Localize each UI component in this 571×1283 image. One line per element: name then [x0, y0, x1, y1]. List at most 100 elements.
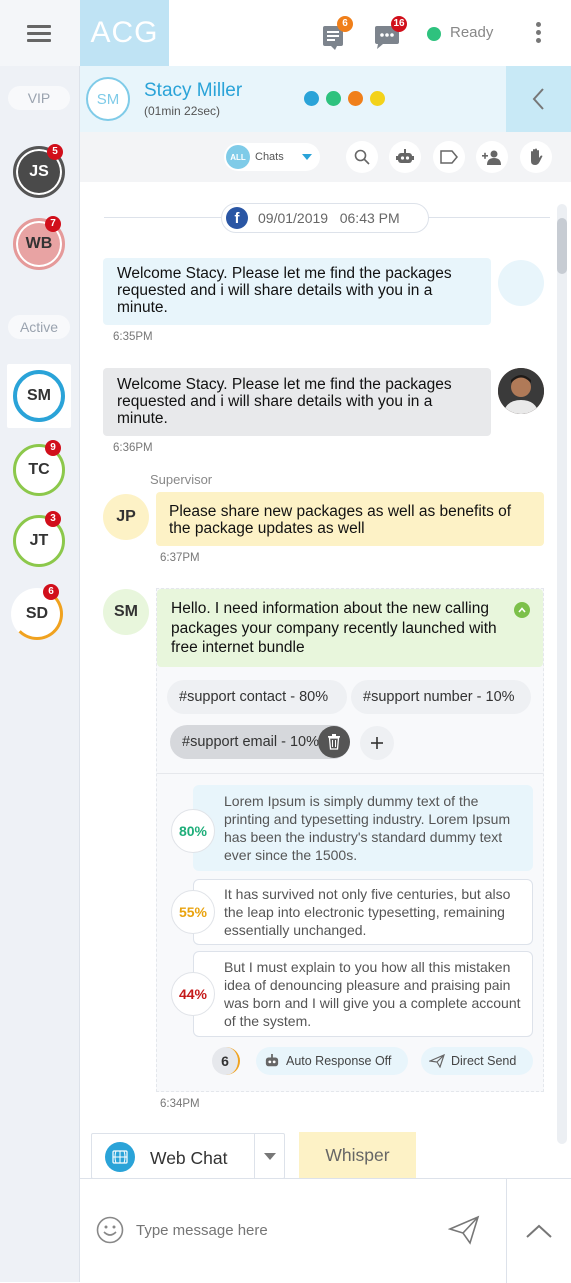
caret-down-icon: [264, 1153, 276, 1160]
suggestion-text: But I must explain to you how all this m…: [193, 951, 533, 1037]
rail-contact-sd[interactable]: SD 6: [11, 584, 63, 640]
filter-all-badge: ALL: [226, 145, 250, 169]
whisper-button[interactable]: Whisper: [299, 1132, 416, 1178]
chevron-left-icon: [532, 88, 544, 110]
add-tag-button[interactable]: [360, 726, 394, 760]
chevron-up-icon: [518, 607, 526, 613]
intent-tag[interactable]: #support contact - 80%: [167, 680, 347, 714]
unread-badge: 7: [45, 216, 61, 232]
avatar-initials: SM: [27, 387, 51, 404]
agent-avatar-placeholder: [498, 260, 544, 306]
agent-message: Welcome Stacy. Please let me find the pa…: [103, 258, 491, 325]
vip-section-label: VIP: [8, 86, 70, 110]
hand-raise-button[interactable]: [520, 141, 552, 173]
message-time: 6:34PM: [160, 1098, 200, 1110]
hamburger-menu-icon[interactable]: [27, 25, 51, 43]
date-text: 09/01/2019 06:43 PM: [258, 210, 400, 226]
status-dot-blue: [304, 91, 319, 106]
chat-scroll-area[interactable]: f 09/01/2019 06:43 PM Welcome Stacy. Ple…: [80, 182, 571, 1179]
rail-contact-js[interactable]: JS 5: [13, 144, 65, 198]
status-dot-orange: [348, 91, 363, 106]
collapse-message-button[interactable]: [514, 602, 530, 618]
emoji-icon[interactable]: [96, 1216, 124, 1244]
robot-icon: [265, 1054, 279, 1067]
channel-label: Web Chat: [150, 1148, 228, 1168]
more-options-icon[interactable]: [533, 22, 543, 46]
message-composer: [80, 1178, 571, 1283]
supervisor-avatar: JP: [103, 494, 149, 540]
date-stamp: f 09/01/2019 06:43 PM: [221, 203, 429, 233]
chevron-up-icon: [526, 1224, 552, 1238]
notifications-button[interactable]: 6: [319, 16, 353, 57]
delete-tag-button[interactable]: [318, 726, 350, 758]
customer-message: Hello. I need information about the new …: [157, 589, 543, 667]
search-button[interactable]: [346, 141, 378, 173]
caret-down-icon: [301, 154, 312, 160]
suggestion-count: 6: [212, 1047, 240, 1075]
trash-icon: [328, 734, 340, 750]
message-time: 6:37PM: [160, 552, 200, 564]
bot-button[interactable]: [389, 141, 421, 173]
direct-send-button[interactable]: Direct Send: [421, 1047, 533, 1075]
notification-badge: 6: [337, 16, 353, 32]
rail-contact-wb[interactable]: WB 7: [13, 216, 65, 270]
intent-tag[interactable]: #support number - 10%: [351, 680, 531, 714]
tag-button[interactable]: [433, 141, 465, 173]
divider: [157, 773, 543, 774]
status-label[interactable]: Ready: [450, 24, 493, 41]
confidence-score: 55%: [171, 890, 215, 934]
messages-button[interactable]: 16: [371, 16, 407, 57]
avatar-initials: TC: [28, 461, 50, 478]
tag-label: #support email - 10%: [182, 734, 320, 750]
person-photo-icon: [498, 368, 544, 414]
send-icon: [429, 1054, 445, 1068]
suggested-response[interactable]: It has survived not only five centuries,…: [193, 879, 533, 945]
add-user-button[interactable]: [476, 141, 508, 173]
avatar-initials: JS: [29, 163, 49, 180]
unread-badge: 5: [47, 144, 63, 160]
rail-contact-sm-selected[interactable]: SM: [7, 364, 71, 428]
app-logo: ACG: [80, 0, 169, 66]
divider: [254, 1134, 255, 1178]
hand-icon: [531, 148, 543, 165]
scrollbar-thumb[interactable]: [557, 218, 567, 274]
direct-send-label: Direct Send: [451, 1054, 517, 1068]
avatar-initials: SD: [25, 605, 49, 622]
suggestion-text: Lorem Ipsum is simply dummy text of the …: [193, 785, 533, 871]
globe-icon: [105, 1142, 135, 1172]
unread-badge: 3: [45, 511, 61, 527]
rail-contact-jt[interactable]: JT 3: [13, 511, 65, 567]
status-dot-yellow: [370, 91, 385, 106]
add-user-icon: [482, 150, 501, 165]
avatar: SM: [13, 370, 65, 422]
avatar-initials: JT: [29, 532, 49, 549]
suggested-response[interactable]: Lorem Ipsum is simply dummy text of the …: [193, 785, 533, 871]
avatar-initials: WB: [25, 235, 53, 252]
supervisor-message: Please share new packages as well as ben…: [156, 492, 544, 546]
rail-contact-tc[interactable]: TC 9: [13, 440, 65, 496]
suggested-response[interactable]: But I must explain to you how all this m…: [193, 951, 533, 1037]
auto-response-label: Auto Response Off: [286, 1054, 392, 1068]
label-icon: [440, 150, 458, 164]
message-input[interactable]: [136, 1215, 436, 1245]
message-time: 6:35PM: [113, 331, 153, 343]
suggestion-text: It has survived not only five centuries,…: [193, 879, 533, 945]
conversation-toolbar: ALL Chats: [80, 132, 571, 182]
chat-filter-select[interactable]: ALL Chats: [224, 143, 320, 171]
customer-message-panel: Hello. I need information about the new …: [156, 588, 544, 1092]
scrollbar-track[interactable]: [557, 204, 567, 1144]
expand-composer-button[interactable]: [507, 1179, 571, 1283]
unread-badge: 9: [45, 440, 61, 456]
tag-label: #support number - 10%: [363, 689, 515, 705]
customer-avatar: SM: [103, 589, 149, 635]
plus-icon: [371, 737, 383, 749]
channel-select[interactable]: Web Chat: [91, 1133, 285, 1179]
contact-name: Stacy Miller: [144, 80, 243, 101]
send-icon[interactable]: [448, 1215, 480, 1245]
auto-response-toggle[interactable]: Auto Response Off: [256, 1047, 408, 1075]
status-indicator: [427, 27, 441, 41]
agent-photo-avatar: [498, 368, 544, 414]
collapse-panel-button[interactable]: [506, 66, 571, 132]
message-badge: 16: [391, 16, 407, 32]
tag-label: #support contact - 80%: [179, 689, 329, 705]
